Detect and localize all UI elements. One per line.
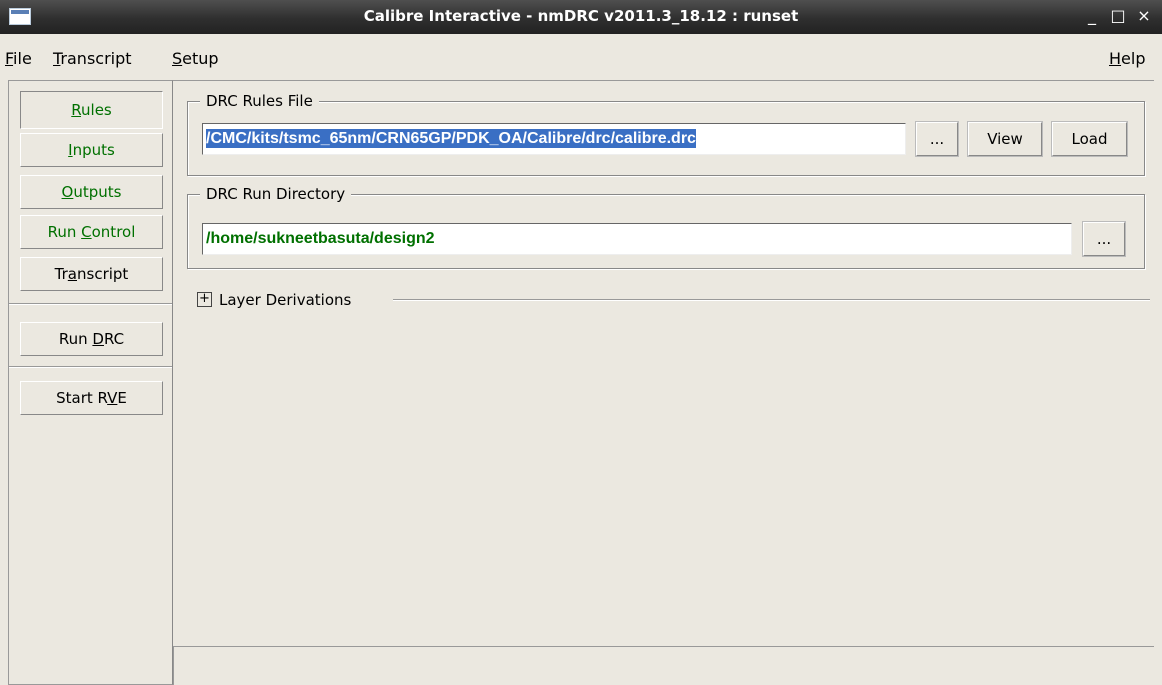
run-drc-button[interactable]: Run DRC bbox=[20, 322, 163, 356]
layer-derivations-divider bbox=[393, 299, 1150, 301]
rules-file-input[interactable]: /CMC/kits/tsmc_65nm/CRN65GP/PDK_OA/Calib… bbox=[202, 123, 906, 155]
title-bar: Calibre Interactive - nmDRC v2011.3_18.1… bbox=[0, 0, 1162, 34]
run-directory-group: DRC Run Directory /home/sukneetbasuta/de… bbox=[187, 185, 1145, 269]
menu-bar: File Transcript Setup Help bbox=[0, 45, 1162, 73]
close-icon[interactable]: × bbox=[1136, 6, 1152, 25]
run-directory-input[interactable]: /home/sukneetbasuta/design2 bbox=[202, 223, 1072, 255]
window-controls: _ □ × bbox=[1084, 6, 1152, 25]
load-button[interactable]: Load bbox=[1052, 122, 1127, 156]
view-button[interactable]: View bbox=[968, 122, 1042, 156]
nav-outputs-button[interactable]: Outputs bbox=[20, 175, 163, 209]
navigation-panel: Rules Inputs Outputs Run Control Transcr… bbox=[8, 80, 173, 685]
menu-file[interactable]: File bbox=[5, 49, 32, 68]
nav-divider bbox=[9, 366, 172, 368]
menu-transcript[interactable]: Transcript bbox=[53, 49, 132, 68]
rules-file-browse-button[interactable]: ... bbox=[916, 122, 958, 156]
nav-rules-button[interactable]: Rules bbox=[20, 91, 163, 129]
window-title: Calibre Interactive - nmDRC v2011.3_18.1… bbox=[363, 7, 799, 25]
nav-run-control-button[interactable]: Run Control bbox=[20, 215, 163, 249]
run-directory-browse-button[interactable]: ... bbox=[1083, 222, 1125, 256]
maximize-icon[interactable]: □ bbox=[1110, 6, 1126, 25]
expand-icon[interactable]: + bbox=[197, 292, 212, 307]
nav-divider bbox=[9, 303, 172, 305]
nav-inputs-button[interactable]: Inputs bbox=[20, 133, 163, 167]
minimize-icon[interactable]: _ bbox=[1084, 6, 1100, 25]
layer-derivations-label[interactable]: Layer Derivations bbox=[219, 291, 351, 309]
status-bar bbox=[173, 646, 1154, 685]
nav-transcript-button[interactable]: Transcript bbox=[20, 257, 163, 291]
menu-help[interactable]: Help bbox=[1109, 49, 1145, 68]
rules-file-value: /CMC/kits/tsmc_65nm/CRN65GP/PDK_OA/Calib… bbox=[206, 129, 696, 148]
rules-file-group: DRC Rules File /CMC/kits/tsmc_65nm/CRN65… bbox=[187, 92, 1145, 176]
menu-setup[interactable]: Setup bbox=[172, 49, 219, 68]
start-rve-button[interactable]: Start RVE bbox=[20, 381, 163, 415]
rules-file-label: DRC Rules File bbox=[200, 92, 319, 110]
run-directory-label: DRC Run Directory bbox=[200, 185, 352, 203]
